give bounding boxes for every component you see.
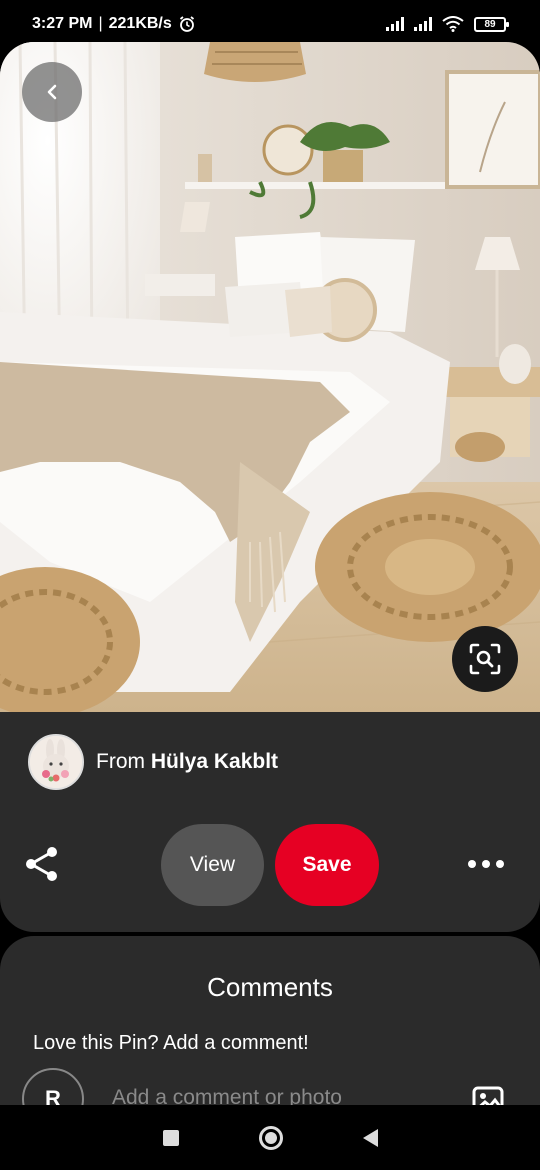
- system-nav-bar: [0, 1105, 540, 1170]
- save-button[interactable]: Save: [275, 824, 379, 906]
- signal-icon: [414, 17, 432, 31]
- comments-title: Comments: [207, 972, 333, 1002]
- home-icon[interactable]: [258, 1125, 283, 1150]
- pin-card: From Hülya Kakblt View Save: [0, 42, 540, 932]
- view-button[interactable]: View: [161, 824, 264, 906]
- back-icon[interactable]: [362, 1128, 378, 1147]
- signal-icon: [386, 17, 404, 31]
- share-icon[interactable]: [22, 844, 62, 884]
- chevron-left-icon: [47, 84, 57, 100]
- battery-icon: 89: [474, 16, 509, 32]
- creator-name[interactable]: Hülya Kakblt: [151, 750, 278, 773]
- from-label: From: [96, 750, 145, 773]
- status-divider: |: [98, 15, 103, 32]
- creator-avatar[interactable]: [28, 734, 84, 790]
- recents-icon[interactable]: [162, 1129, 179, 1146]
- wifi-icon: [442, 16, 464, 32]
- status-bar: 3:27 PM | 221KB/s 89: [0, 0, 540, 48]
- status-time: 3:27 PM: [32, 15, 93, 32]
- visual-search-button[interactable]: [452, 626, 518, 692]
- creator-row[interactable]: From Hülya Kakblt: [28, 734, 278, 790]
- status-left: 3:27 PM | 221KB/s: [32, 15, 196, 33]
- pin-image[interactable]: [0, 42, 540, 712]
- back-button[interactable]: [22, 62, 82, 122]
- creator-attribution[interactable]: From Hülya Kakblt: [96, 750, 278, 774]
- bunny-avatar-image: [30, 736, 82, 788]
- action-bar: View Save: [0, 824, 540, 908]
- comments-prompt: Love this Pin? Add a comment!: [33, 1032, 309, 1054]
- status-speed: 221KB/s: [108, 15, 172, 32]
- visual-search-icon: [469, 643, 501, 675]
- alarm-icon: [179, 16, 194, 32]
- status-right: 89: [386, 16, 509, 32]
- more-icon[interactable]: [468, 856, 508, 872]
